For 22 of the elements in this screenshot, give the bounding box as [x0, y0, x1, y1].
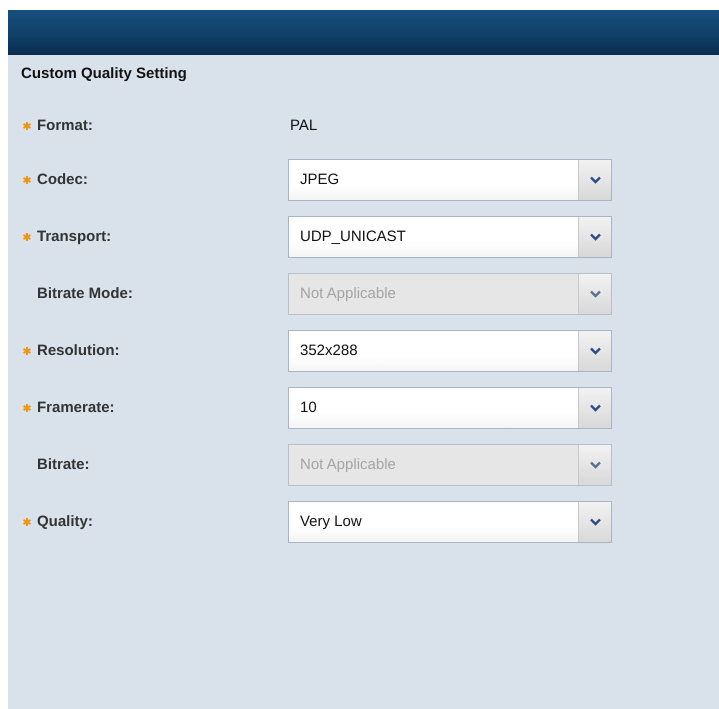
field-label: Format: — [37, 117, 93, 134]
chevron-down-icon — [590, 176, 600, 184]
dropdown[interactable]: JPEG — [288, 158, 612, 200]
field-label: Bitrate: — [37, 456, 90, 473]
dropdown[interactable]: 10 — [288, 386, 612, 428]
dropdown[interactable]: 352x288 — [288, 330, 612, 372]
field-label: Codec: — [37, 171, 88, 188]
chevron-down-icon — [590, 346, 600, 354]
field-label: Transport: — [37, 228, 112, 245]
field-label: Resolution: — [37, 342, 120, 359]
field-label: Framerate: — [37, 399, 115, 416]
chevron-down-icon — [590, 232, 600, 240]
chevron-down-icon — [590, 518, 600, 526]
dropdown[interactable]: UDP_UNICAST — [288, 216, 612, 258]
field-label: Quality: — [37, 513, 93, 530]
chevron-down-icon — [590, 290, 600, 298]
dropdown[interactable]: Very Low — [288, 500, 612, 542]
panel-title: Custom Quality Setting — [20, 64, 188, 84]
field-label: Bitrate Mode: — [37, 285, 133, 302]
chevron-down-icon — [590, 404, 600, 412]
field-value: PAL — [289, 117, 318, 134]
chevron-down-icon — [590, 460, 600, 468]
